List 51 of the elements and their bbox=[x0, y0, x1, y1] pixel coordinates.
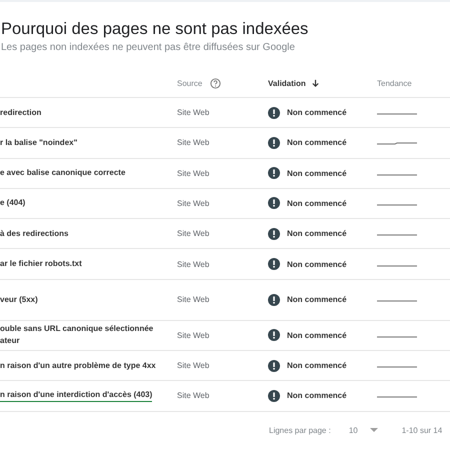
alert-icon bbox=[268, 197, 280, 210]
dropdown-icon bbox=[370, 428, 378, 434]
issue-label[interactable]: r la balise "noindex" bbox=[0, 136, 78, 149]
issue-label[interactable]: e (404) bbox=[0, 197, 26, 210]
alert-icon bbox=[268, 106, 280, 119]
issue-label[interactable]: e avec balise canonique correcte bbox=[0, 167, 126, 180]
issue-label[interactable]: n raison d'une interdiction d'accès (403) bbox=[0, 389, 152, 402]
status-label: Non commencé bbox=[287, 138, 347, 148]
table-cell: Site Web bbox=[177, 330, 210, 340]
issue-label[interactable]: à des redirections bbox=[0, 228, 68, 240]
status-label: Non commencé bbox=[287, 361, 347, 370]
status-label: Non commencé bbox=[287, 330, 347, 340]
table-cell: Site Web bbox=[177, 295, 210, 304]
status-label: Non commencé bbox=[287, 391, 347, 400]
status-label: Non commencé bbox=[287, 295, 347, 304]
table-cell: Site Web bbox=[177, 361, 210, 370]
column-header[interactable]: Source bbox=[177, 78, 202, 88]
table-cell: Site Web bbox=[177, 229, 210, 238]
alert-icon bbox=[268, 258, 280, 270]
page-range: 1-10 sur 14 bbox=[402, 426, 442, 436]
table-cell: Site Web bbox=[177, 108, 210, 118]
rows-per-page-label: Lignes par page : bbox=[269, 426, 331, 436]
help-icon[interactable] bbox=[210, 78, 222, 89]
table-cell: Site Web bbox=[177, 198, 210, 208]
sort-arrow-icon[interactable] bbox=[310, 78, 320, 88]
issue-label[interactable]: ouble sans URL canonique sélectionnée ateur bbox=[0, 323, 154, 348]
alert-icon bbox=[268, 360, 280, 372]
issue-label[interactable]: redirection bbox=[0, 106, 42, 119]
section-subtitle: Les pages non indexées ne peuvent pas être diffusées sur Google bbox=[1, 42, 296, 53]
alert-icon bbox=[268, 329, 280, 342]
issue-label[interactable]: n raison d'un autre problème de type 4xx bbox=[0, 360, 156, 372]
alert-icon bbox=[268, 228, 280, 240]
alert-icon bbox=[268, 167, 280, 180]
alert-icon bbox=[268, 136, 280, 149]
table-cell: Site Web bbox=[177, 260, 210, 269]
status-label: Non commencé bbox=[287, 198, 347, 208]
column-header[interactable]: Validation bbox=[268, 78, 306, 88]
alert-icon bbox=[268, 294, 280, 306]
status-label: Non commencé bbox=[287, 168, 347, 178]
status-label: Non commencé bbox=[287, 229, 347, 238]
table-cell: Site Web bbox=[177, 391, 210, 400]
issue-label[interactable]: veur (5xx) bbox=[0, 294, 38, 306]
table-cell: Site Web bbox=[177, 138, 210, 148]
issue-label[interactable]: ar le fichier robots.txt bbox=[0, 258, 82, 270]
column-header[interactable]: Tendance bbox=[377, 78, 412, 88]
status-label: Non commencé bbox=[287, 260, 347, 269]
table-cell: Site Web bbox=[177, 168, 210, 178]
rows-per-page-select[interactable]: 10 bbox=[348, 426, 378, 436]
status-label: Non commencé bbox=[287, 108, 347, 118]
alert-icon bbox=[268, 390, 280, 402]
section-title: Pourquoi des pages ne sont pas indexées bbox=[1, 20, 310, 39]
